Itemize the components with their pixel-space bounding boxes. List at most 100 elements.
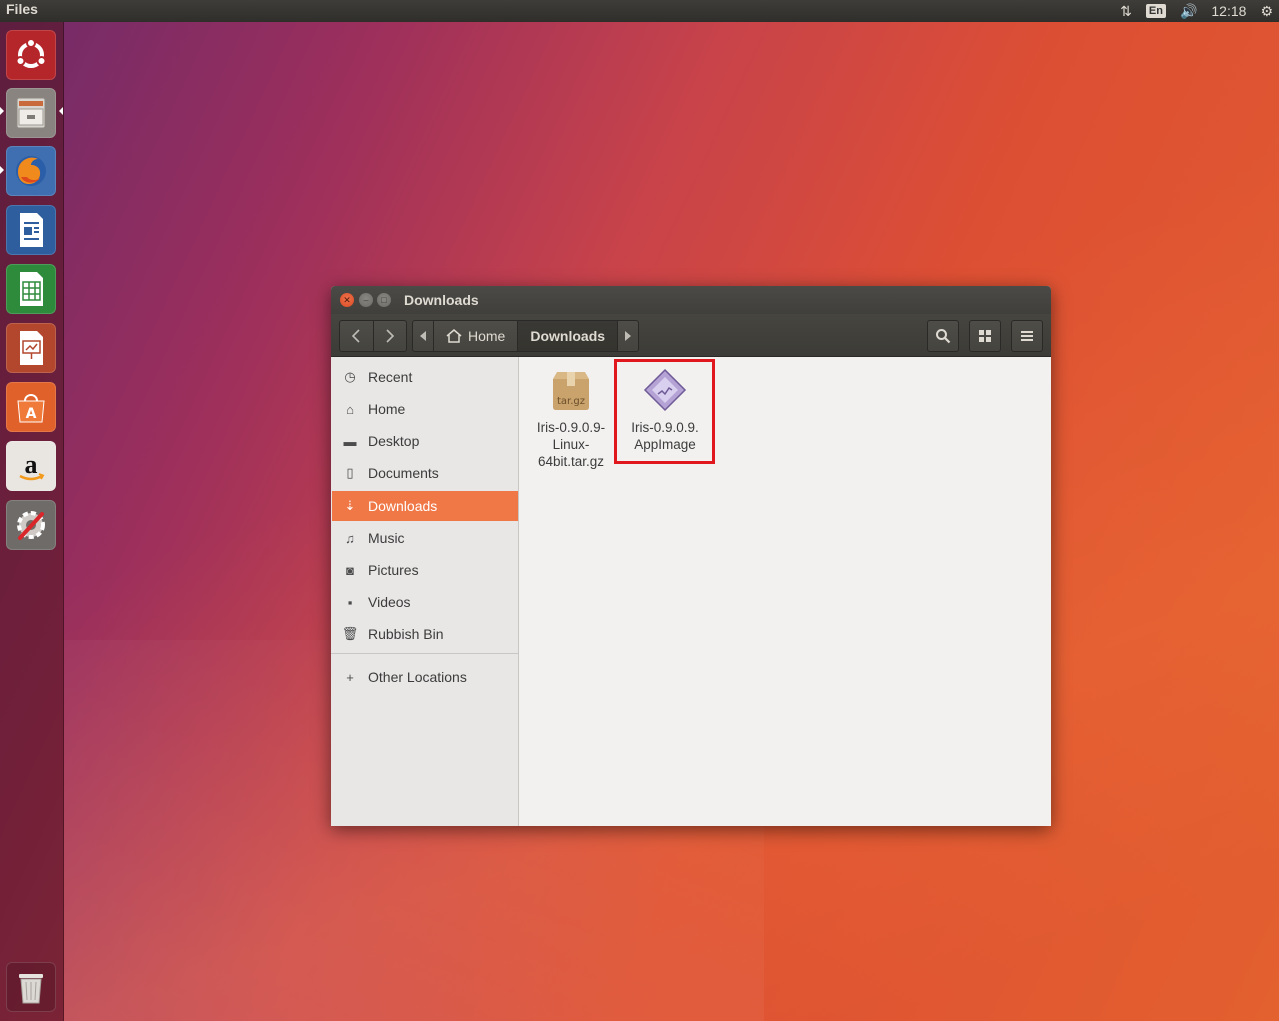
triangle-left-icon [420,331,426,341]
hamburger-menu-icon [1021,331,1033,341]
network-icon[interactable]: ⇅ [1120,3,1132,20]
maximize-button[interactable]: □ [377,293,391,307]
file-manager-window: ✕ – □ Downloads Home Downloads ◷ Recent … [331,286,1051,826]
launcher-impress[interactable] [6,323,56,373]
triangle-right-icon [625,331,632,341]
toolbar: Home Downloads [331,314,1051,357]
writer-document-icon [20,213,43,247]
file-name-line: Linux- [552,437,590,452]
home-icon: ⌂ [346,401,354,417]
launcher-software-center[interactable]: A [6,382,56,432]
firefox-icon [16,156,46,186]
sidebar-item-videos[interactable]: ▪ Videos [332,587,518,617]
launcher-calc[interactable] [6,264,56,314]
sidebar-item-label: Documents [368,465,439,481]
grid-view-icon [979,330,991,342]
sidebar-item-other-locations[interactable]: + Other Locations [332,662,518,692]
path-crumb-downloads[interactable]: Downloads [517,321,618,351]
document-icon: ▯ [346,465,354,480]
active-app-name: Files [6,1,38,17]
places-sidebar: ◷ Recent ⌂ Home ▬ Desktop ▯ Documents ⇣ … [331,357,519,826]
selection-highlight-box [614,359,715,464]
system-menu-icon[interactable]: ⚙ [1260,3,1273,20]
camera-icon: ◙ [346,562,354,578]
sidebar-item-label: Music [368,530,405,546]
launcher-trash[interactable] [6,962,56,1012]
navigation-buttons [339,320,407,352]
chevron-right-icon [386,329,394,343]
path-crumb-home-label: Home [468,328,506,344]
svg-text:a: a [25,450,38,479]
launcher-ubuntu-dash[interactable] [6,30,56,80]
sidebar-item-documents[interactable]: ▯ Documents [332,458,518,488]
search-icon [936,329,951,344]
sidebar-item-label: Pictures [368,562,419,578]
sidebar-item-label: Other Locations [368,669,467,685]
file-name-line: 64bit.tar.gz [537,454,605,469]
path-crumb-home[interactable]: Home [433,321,517,351]
file-name-line: Iris-0.9.0.9- [536,420,606,435]
sidebar-item-label: Recent [368,369,413,385]
download-icon: ⇣ [344,498,356,513]
sidebar-item-music[interactable]: ♫ Music [332,523,518,553]
sidebar-item-desktop[interactable]: ▬ Desktop [332,426,518,456]
launcher-running-indicator [0,166,4,174]
sidebar-item-label: Videos [368,594,411,610]
volume-icon[interactable]: 🔊 [1180,3,1197,20]
settings-gear-wrench-icon [17,511,45,540]
search-button[interactable] [927,320,959,352]
ubuntu-logo-icon [15,38,47,68]
path-scroll-left-button[interactable] [413,321,433,351]
file-view[interactable]: tar.gz Iris-0.9.0.9- Linux- 64bit.tar.gz… [521,357,1051,826]
amazon-icon: a [19,450,45,481]
sidebar-item-label: Home [368,401,406,417]
launcher-files[interactable] [6,88,56,138]
sidebar-item-home[interactable]: ⌂ Home [332,394,518,424]
launcher-writer[interactable] [6,205,56,255]
file-cabinet-icon [16,97,46,129]
clock-icon: ◷ [344,369,356,384]
trash-icon [19,974,43,1004]
path-crumb-downloads-label: Downloads [530,328,606,344]
keyboard-language-indicator[interactable]: En [1145,4,1166,18]
launcher-focused-indicator [59,107,63,115]
sidebar-item-downloads[interactable]: ⇣ Downloads [332,491,518,521]
app-menu-button[interactable] [1011,320,1043,352]
clock[interactable]: 12:18 [1211,3,1246,19]
sidebar-item-rubbish-bin[interactable]: 🗑 Rubbish Bin [332,619,518,649]
system-tray: ⇅ En 🔊 12:18 ⚙ [1120,0,1273,22]
launcher-firefox[interactable] [6,146,56,196]
file-item-targz[interactable]: tar.gz Iris-0.9.0.9- Linux- 64bit.tar.gz [526,357,616,470]
trash-icon: 🗑 [341,626,359,641]
presentation-icon [20,331,43,365]
spreadsheet-icon [20,272,43,306]
sidebar-item-label: Downloads [368,498,438,514]
launcher-running-indicator [0,107,4,115]
close-button[interactable]: ✕ [340,293,354,307]
forward-button[interactable] [372,321,407,351]
sidebar-item-pictures[interactable]: ◙ Pictures [332,555,518,585]
sidebar-item-recent[interactable]: ◷ Recent [332,362,518,392]
launcher-amazon[interactable]: a [6,441,56,491]
svg-text:A: A [26,406,37,422]
svg-text:tar.gz: tar.gz [557,396,585,407]
path-bar: Home Downloads [412,320,640,352]
sidebar-item-label: Rubbish Bin [368,626,444,642]
back-button[interactable] [340,321,373,351]
shopping-bag-icon: A [17,394,45,423]
top-panel: Files ⇅ En 🔊 12:18 ⚙ [0,0,1279,22]
path-scroll-right-button[interactable] [617,321,638,351]
window-title: Downloads [404,292,479,308]
folder-icon: ▬ [343,433,357,449]
view-mode-button[interactable] [969,320,1001,352]
chevron-left-icon [352,329,360,343]
minimize-button[interactable]: – [359,293,373,307]
window-titlebar[interactable]: ✕ – □ Downloads [331,286,1051,314]
plus-icon: + [346,669,354,685]
home-icon [446,329,462,343]
sidebar-divider [331,653,518,654]
launcher-system-settings[interactable] [6,500,56,550]
sidebar-item-label: Desktop [368,433,420,449]
video-icon: ▪ [347,594,353,610]
music-icon: ♫ [345,530,355,546]
